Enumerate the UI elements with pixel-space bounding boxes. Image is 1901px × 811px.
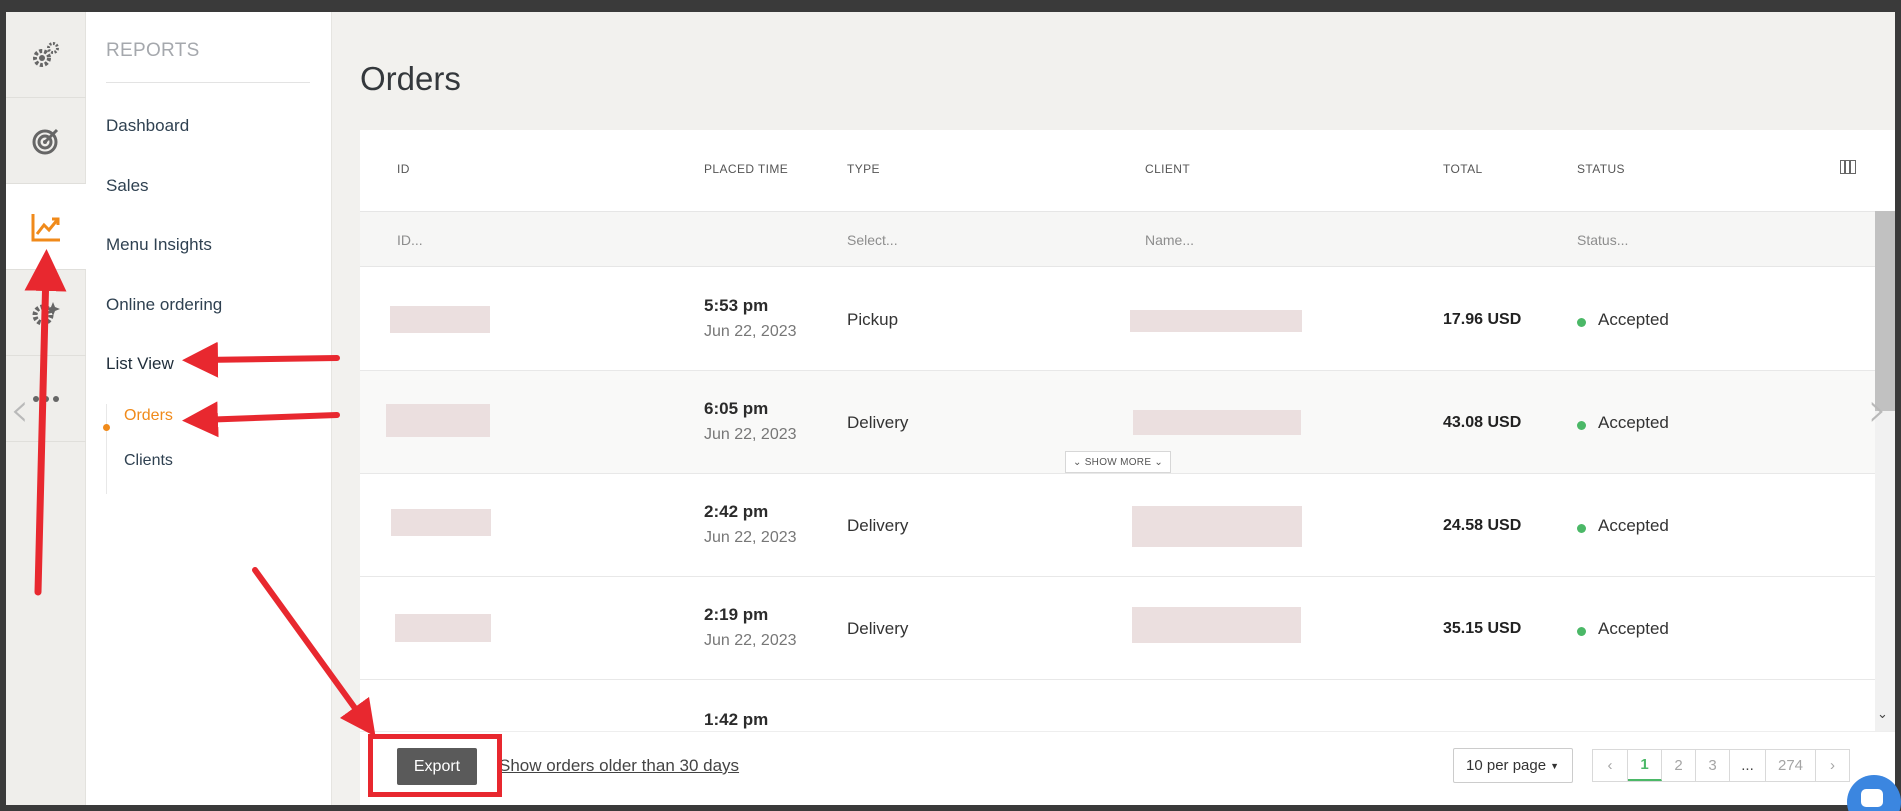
page-title: Orders <box>360 60 461 97</box>
redacted-id <box>391 509 491 536</box>
order-total: 24.58 USD <box>1443 517 1522 534</box>
order-date: Jun 22, 2023 <box>704 529 797 546</box>
status-badge: Accepted <box>1598 413 1669 432</box>
page-button[interactable]: 2 <box>1662 750 1696 781</box>
sidebar-subitem-orders[interactable]: Orders <box>124 407 173 425</box>
page-button[interactable]: 1 <box>1628 750 1662 781</box>
redacted-id <box>390 306 490 333</box>
status-badge: Accepted <box>1598 310 1669 329</box>
status-dot-icon <box>1577 627 1586 636</box>
order-type: Pickup <box>847 310 899 329</box>
active-indicator <box>103 424 110 431</box>
filter-type-select[interactable]: Select... <box>847 232 898 248</box>
rail-item-features[interactable] <box>6 270 86 356</box>
filter-row <box>360 211 1875 267</box>
prev-page-icon[interactable]: ‹ <box>1593 750 1628 781</box>
sidebar-item-online-ordering[interactable]: Online ordering <box>106 295 222 315</box>
page-button[interactable]: 3 <box>1696 750 1730 781</box>
show-more-label: SHOW MORE <box>1084 456 1152 468</box>
rail-item-marketing[interactable] <box>6 98 86 184</box>
filter-id-input[interactable]: ID... <box>397 232 423 248</box>
sidebar-item-list-view[interactable]: List View <box>106 354 174 374</box>
reports-subnav: REPORTS Dashboard Sales Menu Insights On… <box>86 12 332 805</box>
caret-down-icon: ▼ <box>1550 760 1559 771</box>
status-dot-icon <box>1577 421 1586 430</box>
status-badge: Accepted <box>1598 619 1669 638</box>
order-time: 1:42 pm <box>704 710 769 729</box>
chevron-down-icon: ⌄ <box>1072 456 1085 468</box>
annotation-box <box>368 734 502 797</box>
per-page-value: 10 per page <box>1466 757 1547 774</box>
sidebar-item-menu-insights[interactable]: Menu Insights <box>106 235 212 255</box>
sidebar-item-sales[interactable]: Sales <box>106 176 149 196</box>
order-type: Delivery <box>847 413 909 432</box>
column-header-client[interactable]: CLIENT <box>1145 162 1190 176</box>
filter-status-select[interactable]: Status... <box>1577 232 1628 248</box>
pagination: ‹ 1 2 3 ... 274 › <box>1592 749 1850 782</box>
order-time: 6:05 pm <box>704 399 769 418</box>
status-badge: Accepted <box>1598 516 1669 535</box>
subnav-title: REPORTS <box>106 40 200 61</box>
column-header-status[interactable]: STATUS <box>1577 162 1625 176</box>
gears-icon <box>33 41 59 67</box>
sparkle-gear-icon <box>32 301 60 325</box>
order-total: 17.96 USD <box>1443 311 1522 328</box>
order-date: Jun 22, 2023 <box>704 632 797 649</box>
status-dot-icon <box>1577 318 1586 327</box>
order-time: 5:53 pm <box>704 296 769 315</box>
chart-line-icon <box>31 213 60 241</box>
sidebar-item-dashboard[interactable]: Dashboard <box>106 116 189 136</box>
redacted-id <box>386 404 490 437</box>
show-more-button[interactable]: ⌄ SHOW MORE ⌄ <box>1065 451 1171 473</box>
show-older-orders-link[interactable]: Show orders older than 30 days <box>499 756 739 776</box>
column-header-id[interactable]: ID <box>397 162 410 176</box>
order-time: 2:19 pm <box>704 605 769 624</box>
redacted-client <box>1132 506 1302 547</box>
order-time: 2:42 pm <box>704 502 769 521</box>
order-date: Jun 22, 2023 <box>704 426 797 443</box>
table-row[interactable]: 1:42 pm <box>360 680 1875 731</box>
table-row[interactable]: 5:53 pm Jun 22, 2023 Pickup 17.96 USD Ac… <box>360 268 1875 371</box>
scroll-down-arrow-icon[interactable]: ⌄ <box>1877 706 1888 722</box>
status-dot-icon <box>1577 524 1586 533</box>
order-total: 35.15 USD <box>1443 620 1522 637</box>
next-page-icon[interactable]: › <box>1816 750 1849 781</box>
per-page-select[interactable]: 10 per page ▼ <box>1453 748 1573 783</box>
redacted-client <box>1133 410 1301 435</box>
scrollbar-thumb[interactable] <box>1875 211 1895 411</box>
subnav-tree-line <box>106 404 107 494</box>
columns-toggle-icon[interactable] <box>1840 160 1856 174</box>
rail-item-settings[interactable] <box>6 12 86 98</box>
rail-item-reports[interactable] <box>6 184 86 270</box>
filter-client-input[interactable]: Name... <box>1145 232 1194 248</box>
redacted-client <box>1130 310 1302 332</box>
column-header-type[interactable]: TYPE <box>847 162 880 176</box>
chevron-down-icon: ⌄ <box>1151 456 1164 468</box>
table-row[interactable]: 2:42 pm Jun 22, 2023 Delivery 24.58 USD … <box>360 474 1875 577</box>
redacted-client <box>1132 607 1301 643</box>
column-header-total[interactable]: TOTAL <box>1443 162 1483 176</box>
page-ellipsis: ... <box>1730 750 1766 781</box>
order-date: Jun 22, 2023 <box>704 323 797 340</box>
divider <box>106 82 310 83</box>
chevron-left-icon[interactable]: ‹ <box>10 382 29 438</box>
page-button[interactable]: 274 <box>1766 750 1816 781</box>
order-type: Delivery <box>847 619 909 638</box>
target-icon <box>32 128 59 154</box>
order-total: 43.08 USD <box>1443 414 1522 431</box>
redacted-id <box>395 614 491 642</box>
more-dots-icon <box>33 395 59 402</box>
sidebar-subitem-clients[interactable]: Clients <box>124 452 173 470</box>
column-header-placed-time[interactable]: PLACED TIME <box>704 162 788 176</box>
chevron-right-icon[interactable]: › <box>1868 382 1887 438</box>
order-type: Delivery <box>847 516 909 535</box>
table-row[interactable]: 2:19 pm Jun 22, 2023 Delivery 35.15 USD … <box>360 577 1875 680</box>
